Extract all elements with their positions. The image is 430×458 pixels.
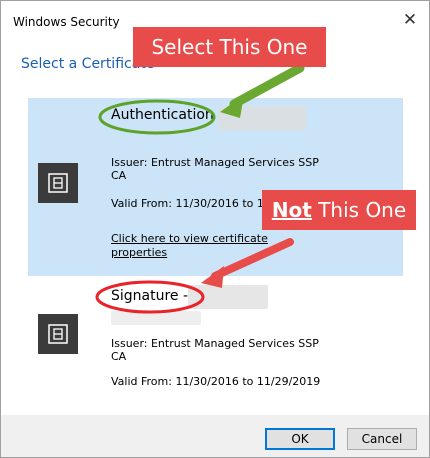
close-icon[interactable]: ✕ [399, 9, 421, 31]
callout-not-this-one: Not This One [262, 190, 416, 230]
view-certificate-properties-link[interactable]: Click here to view certificate propertie… [111, 232, 276, 260]
certificate-icon [38, 314, 78, 354]
certificate-icon [38, 163, 78, 203]
redacted-text [111, 311, 201, 325]
certificate-issuer: Issuer: Entrust Managed Services SSP CA [111, 337, 319, 363]
window-title: Windows Security [13, 15, 120, 29]
callout-select-this-one: Select This One [133, 27, 326, 67]
certificate-validity: Valid From: 11/30/2016 to 11 [111, 197, 271, 210]
ok-button[interactable]: OK [265, 428, 335, 450]
certificate-name: Authentication [111, 107, 214, 123]
certificate-item-signature[interactable]: Signature - Issuer: Entrust Managed Serv… [28, 279, 403, 409]
redacted-text [218, 106, 306, 130]
certificate-validity: Valid From: 11/30/2016 to 11/29/2019 [111, 375, 321, 388]
callout-not-rest: This One [311, 198, 407, 222]
dialog-footer: OK Cancel [1, 415, 429, 457]
certificate-item-authentication[interactable]: Authentication Issuer: Entrust Managed S… [28, 98, 403, 276]
cancel-button[interactable]: Cancel [347, 428, 417, 450]
callout-not-emphasis: Not [271, 198, 312, 222]
certificate-name: Signature - [111, 288, 189, 304]
redacted-text [188, 285, 268, 309]
certificate-issuer: Issuer: Entrust Managed Services SSP CA [111, 156, 319, 182]
